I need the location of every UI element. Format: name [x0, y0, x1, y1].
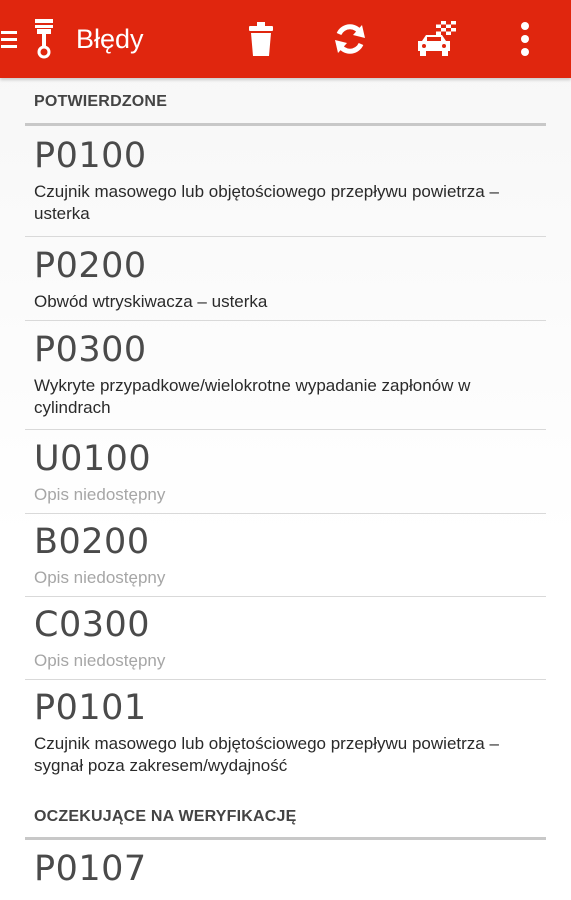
error-item-p0200[interactable]: P0200 Obwód wtryskiwacza – usterka: [34, 246, 546, 313]
error-item-p0100[interactable]: P0100 Czujnik masowego lub objętościoweg…: [34, 136, 546, 225]
app-toolbar: Błędy: [0, 0, 571, 78]
error-description: Czujnik masowego lub objętościowego prze…: [34, 734, 499, 775]
item-divider: [25, 236, 546, 237]
error-description: Obwód wtryskiwacza – usterka: [34, 292, 268, 311]
error-item-c0300[interactable]: C0300 Opis niedostępny: [34, 605, 546, 672]
hamburger-icon[interactable]: [0, 0, 18, 78]
item-divider: [25, 679, 546, 680]
page-title: Błędy: [76, 23, 144, 54]
refresh-icon[interactable]: [328, 0, 372, 78]
car-checkered-flag-icon[interactable]: [414, 0, 462, 78]
error-description: Wykryte przypadkowe/wielokrotne wypadani…: [34, 376, 471, 417]
error-code: C0300: [34, 605, 151, 645]
error-item-p0300[interactable]: P0300 Wykryte przypadkowe/wielokrotne wy…: [34, 330, 546, 419]
error-code: B0200: [34, 522, 150, 562]
section-header-confirmed: POTWIERDZONE: [34, 93, 168, 110]
item-divider: [25, 596, 546, 597]
error-item-u0100[interactable]: U0100 Opis niedostępny: [34, 439, 546, 506]
error-description: Opis niedostępny: [34, 651, 166, 670]
error-code: P0101: [34, 688, 147, 728]
error-item-p0101[interactable]: P0101 Czujnik masowego lub objętościoweg…: [34, 688, 546, 777]
error-code: U0100: [34, 439, 152, 479]
error-code: P0200: [34, 246, 147, 286]
item-divider: [25, 429, 546, 430]
error-code: P0107: [34, 849, 147, 889]
section-divider: [25, 123, 546, 126]
section-header-pending: OCZEKUJĄCE NA WERYFIKACJĘ: [34, 808, 297, 825]
section-divider: [25, 837, 546, 840]
error-item-p0107[interactable]: P0107: [34, 849, 546, 889]
error-code: P0100: [34, 136, 147, 176]
error-item-b0200[interactable]: B0200 Opis niedostępny: [34, 522, 546, 589]
trash-icon[interactable]: [241, 0, 281, 78]
item-divider: [25, 513, 546, 514]
error-code: P0300: [34, 330, 147, 370]
item-divider: [25, 320, 546, 321]
piston-icon[interactable]: [30, 0, 58, 78]
more-vertical-icon[interactable]: [510, 0, 540, 78]
error-description: Opis niedostępny: [34, 568, 166, 587]
error-description: Opis niedostępny: [34, 485, 166, 504]
error-description: Czujnik masowego lub objętościowego prze…: [34, 182, 499, 223]
